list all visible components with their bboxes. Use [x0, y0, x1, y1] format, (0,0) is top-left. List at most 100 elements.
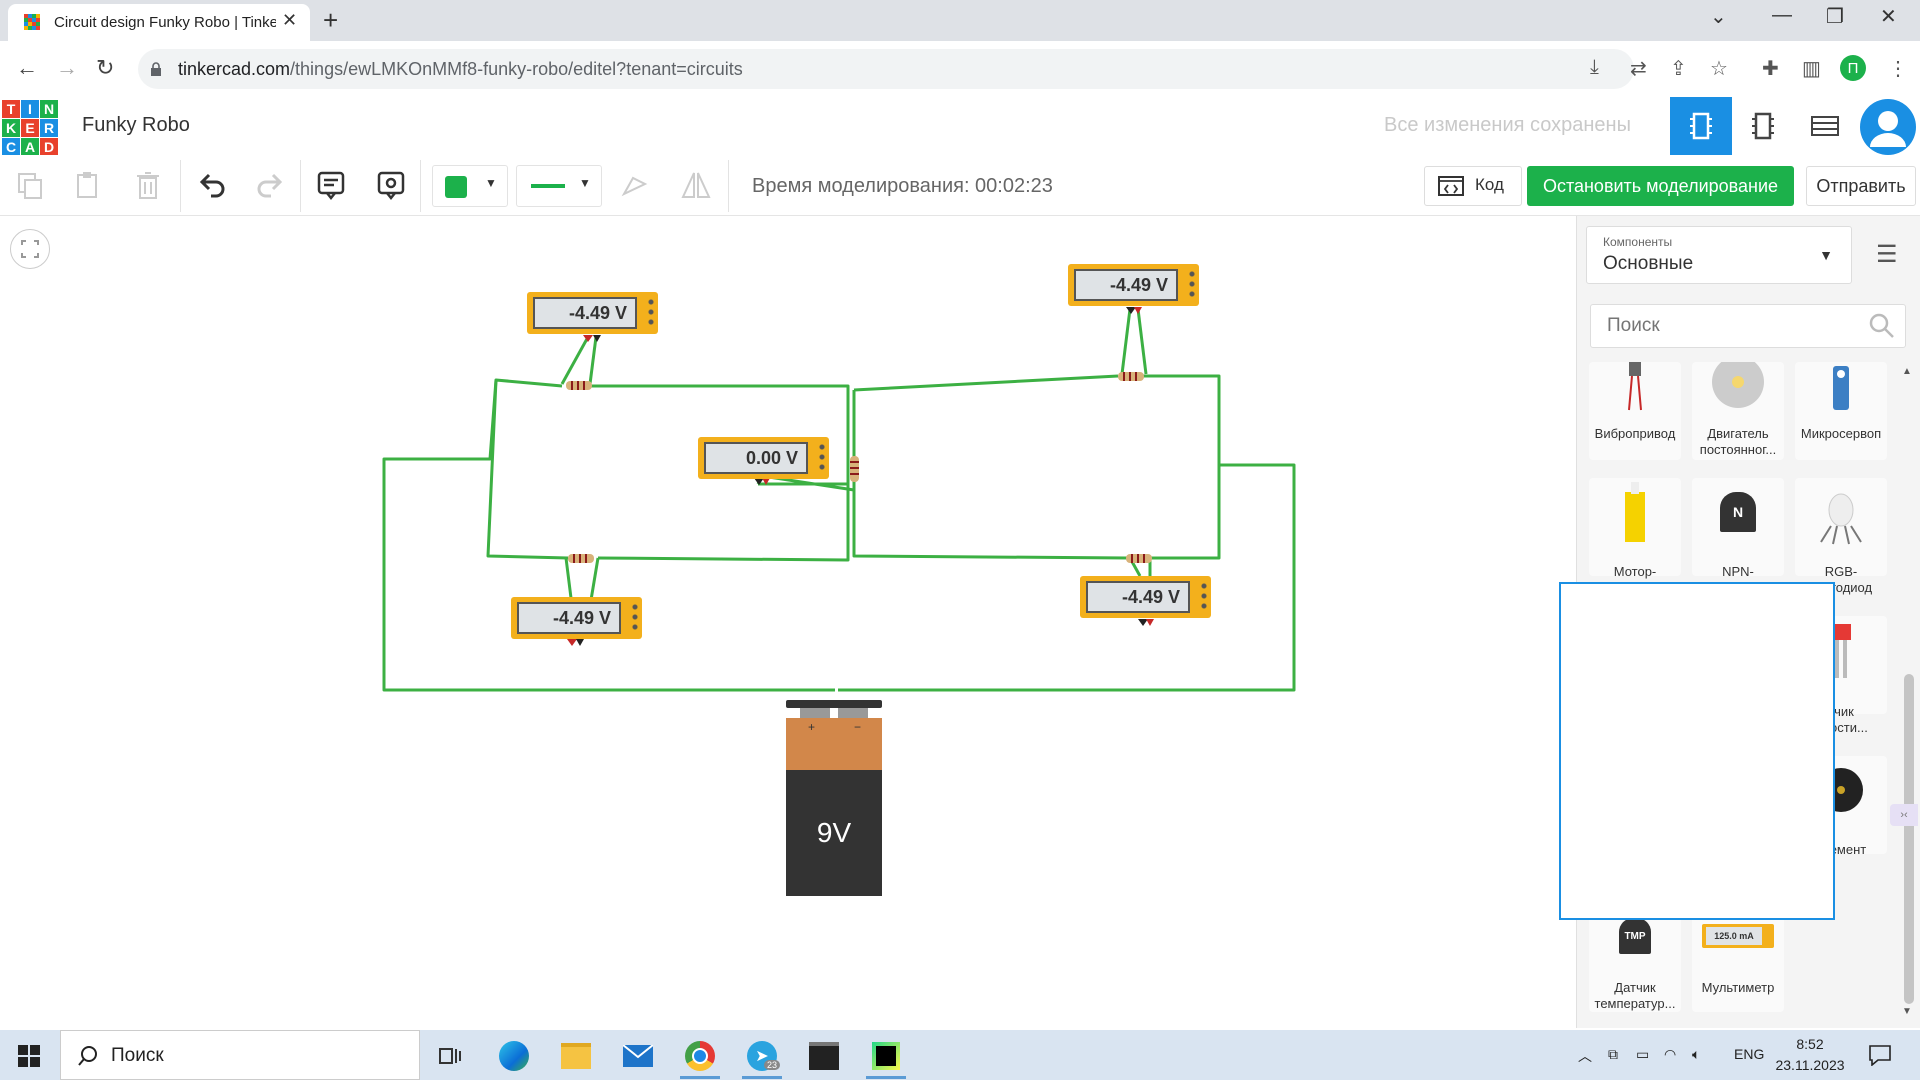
- card-label: Мультиметр: [1701, 980, 1775, 995]
- wifi-icon[interactable]: ◠: [1664, 1046, 1676, 1063]
- browser-menu-icon[interactable]: ⋮: [1888, 56, 1908, 81]
- circuit-view-button[interactable]: [1670, 97, 1732, 155]
- chevron-down-icon: ▼: [1819, 247, 1833, 263]
- clock-date: 23.11.2023: [1775, 1057, 1845, 1073]
- task-view-icon[interactable]: [430, 1036, 470, 1076]
- new-tab-icon[interactable]: +: [323, 5, 338, 36]
- send-button[interactable]: Отправить: [1806, 166, 1916, 206]
- rotate-button[interactable]: [614, 165, 654, 205]
- card-label: Вибропривод: [1594, 426, 1676, 441]
- component-search-input[interactable]: [1590, 304, 1906, 348]
- redo-button[interactable]: [250, 165, 290, 205]
- translate-icon[interactable]: ⇄: [1630, 56, 1647, 81]
- resistor: [1118, 372, 1144, 381]
- collapse-panel-icon[interactable]: ›‹: [1890, 804, 1918, 826]
- list-view-icon[interactable]: ☰: [1876, 240, 1898, 269]
- component-list-view-button[interactable]: [1794, 97, 1856, 155]
- multimeter[interactable]: -4.49 V: [1080, 576, 1211, 618]
- volume-icon[interactable]: 🔈︎: [1692, 1046, 1700, 1063]
- share-icon[interactable]: ⇪: [1670, 56, 1687, 81]
- component-card[interactable]: 125.0 mA Мультиметр: [1692, 914, 1784, 1012]
- tray-chevron-up-icon[interactable]: ︿: [1578, 1046, 1592, 1066]
- search-icon: [78, 1046, 97, 1066]
- wire-style-select[interactable]: ▼: [516, 165, 602, 207]
- battery-icon[interactable]: ▭: [1636, 1046, 1649, 1063]
- browser-tab[interactable]: Circuit design Funky Robo | Tinkercad ✕: [8, 4, 310, 41]
- panel-scrollbar-thumb[interactable]: [1904, 674, 1914, 1004]
- terminal-icon[interactable]: [804, 1036, 844, 1076]
- profile-avatar[interactable]: П: [1840, 55, 1866, 81]
- taskbar-search[interactable]: Поиск: [60, 1030, 420, 1080]
- tinkercad-logo[interactable]: T I N K E R C A D: [2, 100, 58, 156]
- reload-icon[interactable]: ↻: [96, 55, 114, 81]
- close-tab-icon[interactable]: ✕: [282, 10, 297, 31]
- logo-letter: T: [2, 100, 20, 118]
- taskbar-clock[interactable]: 8:52 23.11.2023: [1772, 1034, 1848, 1076]
- flip-button[interactable]: [676, 165, 716, 205]
- pycharm-icon[interactable]: [866, 1036, 906, 1079]
- user-avatar[interactable]: [1860, 99, 1916, 155]
- file-explorer-icon[interactable]: [556, 1036, 596, 1076]
- battery-minus: −: [854, 720, 862, 734]
- close-window-icon[interactable]: ✕: [1880, 4, 1897, 29]
- copy-button[interactable]: [10, 165, 50, 205]
- component-card[interactable]: Вибропривод: [1589, 362, 1681, 460]
- download-icon[interactable]: ⤓: [1590, 56, 1599, 79]
- project-name[interactable]: Funky Robo: [82, 114, 190, 137]
- code-button[interactable]: Код: [1424, 166, 1522, 206]
- multimeter[interactable]: -4.49 V: [1068, 264, 1199, 306]
- stop-simulation-button[interactable]: Остановить моделирование: [1527, 166, 1794, 206]
- tab-search-icon[interactable]: ⌄: [1710, 4, 1727, 29]
- flip-icon: [681, 172, 711, 198]
- delete-button[interactable]: [128, 165, 168, 205]
- language-indicator[interactable]: ENG: [1734, 1046, 1764, 1062]
- multimeter[interactable]: -4.49 V: [511, 597, 642, 639]
- multimeter[interactable]: 0.00 V: [698, 437, 829, 479]
- scroll-down-icon[interactable]: ▼: [1902, 1006, 1912, 1017]
- meet-now-icon[interactable]: ⧉: [1608, 1046, 1618, 1063]
- components-dropdown[interactable]: Компоненты Основные ▼: [1586, 226, 1852, 284]
- notes-button[interactable]: [311, 165, 351, 205]
- multimeter[interactable]: -4.49 V: [527, 292, 658, 334]
- back-icon[interactable]: ←: [16, 55, 38, 81]
- minimize-icon[interactable]: —: [1772, 4, 1792, 27]
- undo-button[interactable]: [192, 165, 232, 205]
- meter-display: -4.49 V: [517, 602, 621, 634]
- side-panel-icon[interactable]: ▥: [1802, 56, 1821, 81]
- gear-motor-icon: [1625, 482, 1645, 542]
- component-card[interactable]: RGB- светодиод: [1795, 478, 1887, 595]
- paste-icon: [77, 172, 97, 198]
- bookmark-star-icon[interactable]: ☆: [1710, 56, 1728, 81]
- component-card[interactable]: Мотор-: [1589, 478, 1681, 579]
- schematic-view-button[interactable]: [1732, 97, 1794, 155]
- maximize-icon[interactable]: ❐: [1826, 4, 1844, 29]
- mail-icon[interactable]: [618, 1036, 658, 1076]
- battery-plus: +: [808, 720, 816, 734]
- component-card[interactable]: TMP Датчик температур...: [1589, 914, 1681, 1012]
- temperature-sensor-icon: TMP: [1619, 918, 1651, 954]
- search-icon[interactable]: [1868, 312, 1896, 340]
- paste-button[interactable]: [68, 165, 108, 205]
- notifications-icon[interactable]: [1868, 1044, 1892, 1066]
- notes-visibility-button[interactable]: [371, 165, 411, 205]
- telegram-icon[interactable]: ➤ 23: [742, 1036, 782, 1079]
- trash-icon: [137, 172, 159, 199]
- battery-top: + −: [786, 718, 882, 770]
- component-card[interactable]: N NPN-: [1692, 478, 1784, 579]
- circuit-drawing: [382, 307, 1296, 692]
- windows-start-icon[interactable]: [18, 1045, 40, 1067]
- component-card[interactable]: Двигатель постоянног...: [1692, 362, 1784, 460]
- scroll-up-icon[interactable]: ▲: [1902, 366, 1912, 377]
- battery-terminal: [838, 708, 868, 718]
- edge-icon[interactable]: [494, 1036, 534, 1076]
- toolbar-divider: [300, 160, 301, 212]
- wire: [1136, 308, 1148, 375]
- battery-9v[interactable]: + − 9V: [786, 690, 882, 906]
- wire-color-select[interactable]: ▼: [432, 165, 508, 207]
- forward-icon[interactable]: →: [56, 55, 78, 81]
- component-card[interactable]: Микросервоп: [1795, 362, 1887, 460]
- hover-preview-popup: [1559, 582, 1835, 920]
- extensions-icon[interactable]: ✚: [1762, 56, 1779, 81]
- chrome-icon[interactable]: [680, 1036, 720, 1079]
- wire: [486, 379, 569, 560]
